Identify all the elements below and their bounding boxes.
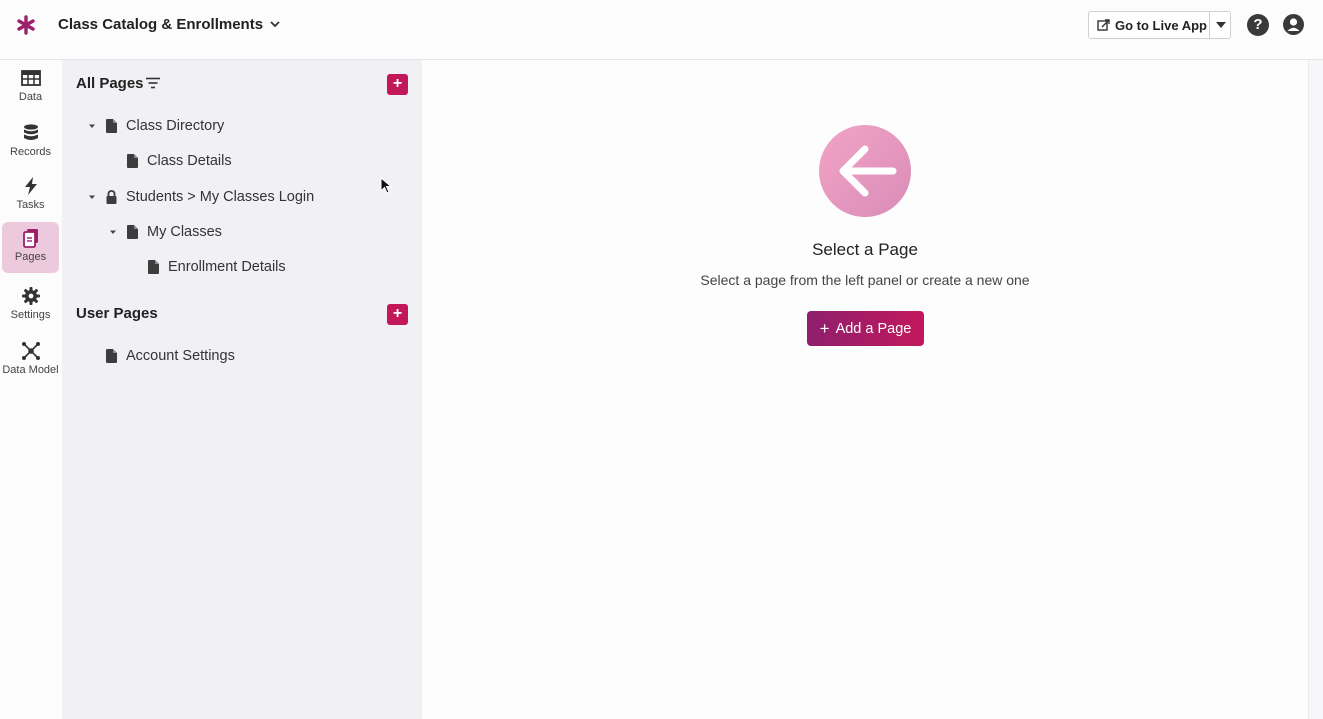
go-to-live-app-group: Go to Live App — [1088, 11, 1231, 39]
gear-icon — [21, 287, 40, 305]
user-pages-title: User Pages — [76, 305, 158, 322]
caret-down-icon[interactable] — [86, 191, 98, 203]
nav-item-data-model[interactable]: Data Model — [2, 335, 59, 386]
tree-item-account-settings[interactable]: Account Settings — [106, 345, 235, 367]
nav-label-records: Records — [10, 146, 51, 158]
nav-label-settings: Settings — [10, 309, 51, 321]
tree-item-enrollment-details[interactable]: Enrollment Details — [148, 256, 286, 278]
go-to-live-app-label: Go to Live App — [1115, 17, 1207, 33]
user-account-icon[interactable] — [1283, 14, 1304, 35]
live-app-dropdown-button[interactable] — [1209, 12, 1231, 38]
add-page-button-all[interactable]: + — [387, 74, 408, 95]
bolt-icon — [24, 177, 37, 195]
page-icon — [106, 349, 117, 363]
caret-down-icon[interactable] — [86, 120, 98, 132]
tree-label: Class Details — [147, 153, 232, 169]
add-a-page-label: Add a Page — [835, 320, 912, 337]
tree-label: Students > My Classes Login — [126, 189, 315, 205]
arrow-left-icon — [819, 125, 911, 217]
lock-icon — [106, 190, 117, 204]
empty-state-subtitle: Select a page from the left panel or cre… — [700, 272, 1030, 288]
page-icon — [127, 225, 138, 239]
tree-item-my-classes[interactable]: My Classes — [107, 221, 222, 243]
mouse-cursor-icon — [380, 177, 392, 194]
nav-item-settings[interactable]: Settings — [2, 280, 59, 331]
tree-label: My Classes — [147, 224, 222, 240]
tree-item-students-login[interactable]: Students > My Classes Login — [86, 186, 314, 208]
main-content: Select a Page Select a page from the lef… — [422, 60, 1308, 719]
go-to-live-app-button[interactable]: Go to Live App — [1089, 12, 1210, 38]
tree-label: Class Directory — [126, 118, 225, 134]
caret-down-icon[interactable] — [107, 226, 119, 238]
page-icon — [148, 260, 159, 274]
filter-icon[interactable] — [146, 77, 160, 89]
top-bar: Class Catalog & Enrollments Go to Live A… — [0, 0, 1323, 60]
caret-down-icon — [1215, 22, 1226, 28]
pages-icon — [22, 229, 38, 248]
external-link-icon — [1097, 18, 1110, 31]
all-pages-title: All Pages — [76, 75, 144, 92]
page-icon — [127, 154, 138, 168]
scrollbar[interactable] — [1308, 60, 1323, 719]
pages-panel: All Pages + Class Directory Class Detail… — [62, 60, 422, 719]
plus-icon: + — [819, 319, 830, 338]
nav-label-data: Data — [18, 91, 43, 103]
page-icon — [106, 119, 117, 133]
nav-item-pages[interactable]: Pages — [2, 222, 59, 273]
tree-item-class-details[interactable]: Class Details — [127, 150, 232, 172]
app-logo-icon[interactable] — [16, 15, 36, 35]
network-icon — [21, 342, 40, 360]
nav-item-records[interactable]: Records — [2, 117, 59, 168]
app-title[interactable]: Class Catalog & Enrollments — [58, 16, 263, 33]
nav-label-data-model: Data Model — [2, 364, 59, 376]
left-nav: Data Records Tasks Pages Settings Data M… — [0, 60, 62, 719]
tree-item-class-directory[interactable]: Class Directory — [86, 115, 224, 137]
nav-item-tasks[interactable]: Tasks — [2, 170, 59, 221]
tree-label: Account Settings — [126, 348, 235, 364]
nav-item-data[interactable]: Data — [2, 62, 59, 113]
nav-label-tasks: Tasks — [16, 199, 45, 211]
chevron-down-icon[interactable] — [268, 17, 282, 31]
help-icon[interactable]: ? — [1247, 14, 1269, 36]
tree-label: Enrollment Details — [168, 259, 286, 275]
nav-label-pages: Pages — [14, 251, 47, 263]
table-icon — [20, 70, 41, 86]
add-a-page-button[interactable]: + Add a Page — [807, 311, 924, 346]
empty-state-title: Select a Page — [812, 240, 918, 259]
add-page-button-user[interactable]: + — [387, 304, 408, 325]
database-icon — [23, 124, 38, 140]
